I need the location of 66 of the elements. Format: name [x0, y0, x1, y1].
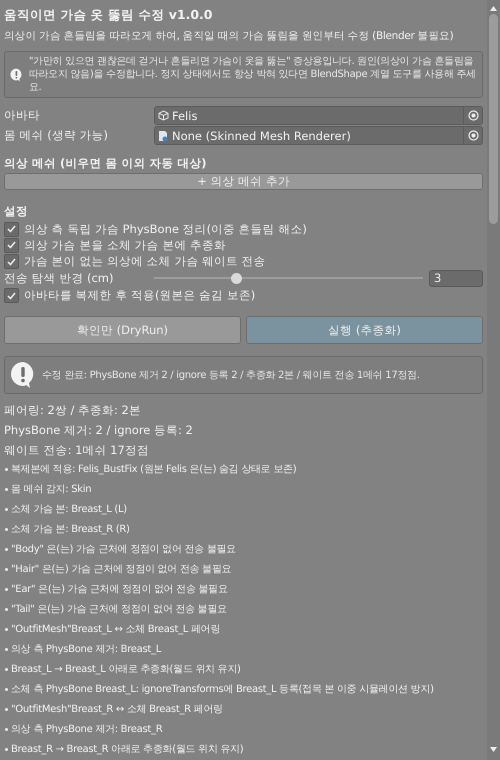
target-icon[interactable] [468, 130, 478, 141]
checkbox-label: 의상 가슴 본을 소체 가슴 본에 추종화 [24, 238, 226, 253]
section-heading: 의상 메쉬 (비우면 몸 이외 자동 대상) [4, 155, 208, 172]
log-line: "Hair" 은(는) 가슴 근처에 정점이 없어 전송 불필요 [11, 564, 232, 575]
result-text: 수정 완료: PhysBone 제거 2 / ignore 등록 2 / 추종화 2본 / 웨이트 전송 1메쉬 17정점. [42, 368, 420, 382]
checkbox-label: 아바타를 복제한 후 적용(원본은 숨김 보존) [24, 288, 256, 304]
field-label: 몸 메쉬 (생략 가능) [4, 128, 109, 143]
slider-thumb[interactable] [231, 272, 242, 284]
bullet-icon [5, 688, 8, 691]
checkbox-label: 가슴 본이 없는 의상에 소체 가슴 웨이트 전송 [24, 254, 266, 270]
log-line: 의상 측 PhysBone 제거: Breast_L [11, 644, 161, 655]
bullet-icon [5, 568, 8, 571]
object-field[interactable]: Felis [154, 106, 483, 125]
log-line: 소체 가슴 본: Breast_R (R) [11, 524, 130, 535]
description-text: 의상이 가슴 흔들림을 따라오게 하여, 움직일 때의 가슴 뚫림을 원인부터 수정 (Blender 불필요) [4, 29, 454, 44]
target-icon[interactable] [468, 110, 478, 121]
stat-text: 페어링: 2쌍 / 추종화: 2본 [4, 402, 142, 419]
object-field[interactable]: None (Skinned Mesh Renderer) [154, 126, 483, 145]
checkbox[interactable] [4, 222, 19, 237]
field-label: 아바타 [4, 108, 41, 123]
checkbox[interactable] [4, 238, 19, 253]
window-title: 움직이면 가슴 옷 뚫림 수정 v1.0.0 [4, 6, 214, 24]
bullet-icon [5, 708, 8, 711]
bullet-icon [5, 668, 8, 671]
log-line: 복제본에 적용: Felis_BustFix (원본 Felis 은(는) 숨김 상태로 보존) [11, 464, 296, 475]
bullet-icon [5, 528, 8, 531]
bullet-icon [5, 468, 8, 471]
run-button[interactable]: 실행 (추종화) [246, 316, 483, 344]
log-line: 몸 메쉬 감지: Skin [11, 484, 92, 495]
bullet-icon [5, 608, 8, 611]
bullet-icon [5, 628, 8, 631]
stat-text: PhysBone 제거: 2 / ignore 등록: 2 [4, 422, 194, 439]
stat-text: 웨이트 전송: 1메쉬 17정점 [4, 442, 150, 459]
slider-label: 전송 탐색 반경 (cm) [4, 270, 114, 286]
log-line: Breast_L → Breast_L 아래로 추종화(월드 위치 유지) [11, 664, 241, 675]
bullet-icon [5, 728, 8, 731]
bullet-icon [5, 508, 8, 511]
bullet-icon [5, 748, 8, 751]
log-line: 소체 가슴 본: Breast_L (L) [11, 504, 127, 515]
notice-text: "가만히 있으면 괜찮은데 걷거나 흔들리면 가슴이 옷을 뚫는" 증상용입니다. 원인(의상이 가슴 흔들림을 따라오지 않음)을 수정합니다. 정지 상태에서도 항상 박혀 있다면 BlendShape 계열 도구를 사용해 주세요. [28, 55, 476, 94]
checkbox-label: 의상 측 독립 가슴 PhysBone 정리(이중 흔들림 해소) [24, 222, 307, 237]
scrollbar-thumb[interactable] [489, 14, 498, 224]
warning-icon [10, 361, 36, 389]
log-line: "OutfitMesh"Breast_L ↔ 소체 Breast_L 페어링 [11, 624, 220, 635]
scroll-down-icon[interactable] [489, 746, 498, 754]
checkbox[interactable] [4, 254, 19, 270]
mesh-icon [158, 130, 169, 142]
checkmark-icon [7, 292, 16, 300]
log-line: 소체 측 PhysBone Breast_L: ignoreTransforms에 Breast_L 등록(접목 본 이중 시뮬레이션 방지) [11, 684, 434, 695]
number-field[interactable]: 3 [429, 270, 483, 287]
add-outfit-button[interactable]: + 의상 메쉬 추가 [4, 173, 483, 190]
bullet-icon [5, 488, 8, 491]
log-line: 의상 측 PhysBone 제거: Breast_R [11, 724, 162, 735]
log-line: Breast_R → Breast_R 아래로 추종화(월드 위치 유지) [11, 744, 244, 755]
log-line: "Body" 은(는) 가슴 근처에 정점이 없어 전송 불필요 [11, 544, 236, 555]
cube-icon [158, 110, 169, 121]
checkbox[interactable] [4, 288, 19, 304]
dry-run-button[interactable]: 확인만 (DryRun) [4, 316, 241, 344]
section-heading: 설정 [4, 203, 29, 220]
log-line: "Tail" 은(는) 가슴 근처에 정점이 없어 전송 불필요 [11, 604, 227, 615]
bullet-icon [5, 548, 8, 551]
log-line: "OutfitMesh"Breast_R ↔ 소체 Breast_R 페어링 [11, 704, 223, 715]
bullet-icon [5, 588, 8, 591]
scroll-up-icon[interactable] [489, 4, 498, 12]
bullet-icon [5, 648, 8, 651]
log-line: "Ear" 은(는) 가슴 근처에 정점이 없어 전송 불필요 [11, 584, 228, 595]
